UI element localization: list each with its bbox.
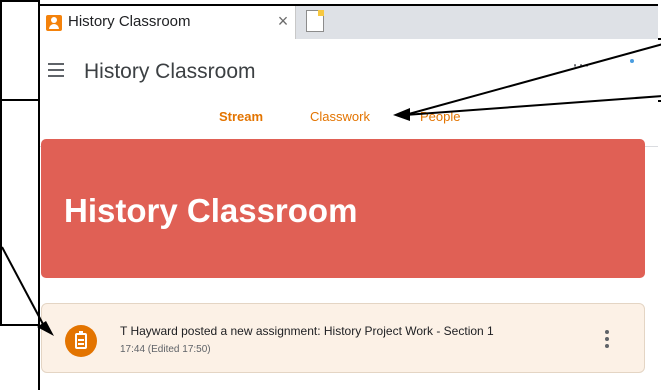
new-tab-button[interactable]: [306, 10, 324, 32]
tab-close-icon[interactable]: ×: [274, 11, 292, 31]
assignment-icon: [65, 325, 97, 357]
browser-tab[interactable]: History Classroom ×: [40, 6, 296, 39]
account-avatar[interactable]: [630, 59, 634, 63]
post-timestamp: 17:44 (Edited 17:50): [120, 344, 211, 355]
post-text[interactable]: T Hayward posted a new assignment: Histo…: [120, 324, 494, 338]
browser-tab-bar: History Classroom ×: [40, 6, 658, 39]
class-title[interactable]: History Classroom: [84, 60, 256, 84]
browser-tab-title: History Classroom: [68, 13, 191, 30]
classroom-favicon-icon: [46, 15, 62, 31]
annotation-callout-top-left: [0, 0, 40, 102]
hamburger-menu-icon[interactable]: [48, 63, 64, 77]
stream-post-card[interactable]: T Hayward posted a new assignment: Histo…: [41, 303, 645, 373]
class-banner: History Classroom: [41, 139, 645, 278]
banner-title: History Classroom: [64, 192, 358, 229]
annotation-callout-left: [0, 99, 40, 326]
apps-icon[interactable]: ⋯: [572, 55, 590, 76]
more-options-icon[interactable]: [603, 328, 611, 350]
app-header: History Classroom ⋯ Stream Classwork Peo…: [40, 39, 658, 147]
